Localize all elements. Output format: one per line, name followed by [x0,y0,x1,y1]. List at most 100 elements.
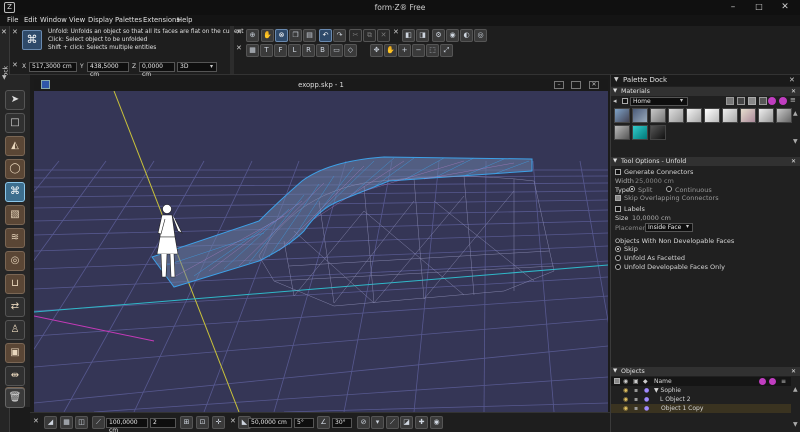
no-snap-icon[interactable]: ⊘ [357,416,370,429]
menu-view[interactable]: View [69,16,85,24]
settings-gear-icon[interactable]: ⚙ [432,29,445,42]
width-value[interactable]: 25,0000 cm [635,177,674,185]
toolbar-close-icon[interactable]: ✕ [236,28,242,36]
center-snap-icon[interactable]: ◉ [430,416,443,429]
materials-header[interactable]: ▼ Materials ✕ [611,87,800,96]
material-swatch-7[interactable] [722,108,738,123]
swatch-view-icon[interactable] [726,97,734,105]
unfold-developable-radio[interactable] [615,264,621,270]
generate-connectors-checkbox[interactable] [615,169,621,175]
grid-view-icon[interactable]: ▦ [246,44,259,57]
y-coordinate-field[interactable]: 438,5000 cm [87,62,129,78]
delete-icon[interactable]: ⊗ [275,29,288,42]
boolean-tool-icon[interactable]: ⊔ [5,274,25,294]
undo-icon[interactable]: ↶ [319,29,332,42]
lock-icon[interactable]: ▪ [634,404,638,413]
figure-tool-icon[interactable]: ♙ [5,320,25,340]
tool-options-close-icon[interactable]: ✕ [791,157,796,166]
ruler-icon[interactable]: ⟋ [92,416,105,429]
zoom-extents-icon[interactable]: ⤢ [440,44,453,57]
lock-column-icon[interactable]: ▣ [633,377,639,386]
lock-icon[interactable]: ▪ [634,395,638,404]
objects-scroll-up-icon[interactable]: ▲ [793,386,798,393]
solid-tool-icon[interactable]: ◭ [5,136,25,156]
point-snap-icon[interactable]: ✚ [415,416,428,429]
select-all-checkbox[interactable] [614,378,620,384]
face-snap-icon[interactable]: ◪ [400,416,413,429]
transform-tool-icon[interactable]: ⇄ [5,297,25,317]
bottom-close-2-icon[interactable]: ✕ [230,417,236,425]
hand-icon[interactable]: ✋ [261,29,274,42]
lock-icon[interactable]: ▪ [634,386,638,395]
z-coordinate-field[interactable]: 0,0000 cm [139,62,175,78]
material-swatch-13[interactable] [650,125,666,140]
eye-icon[interactable]: ◉ [623,386,628,395]
edge-snap-icon[interactable]: ⟋ [386,416,399,429]
material-settings-icon[interactable] [759,97,767,105]
round-tool-icon[interactable]: ◎ [5,251,25,271]
slice-tool-icon[interactable]: ▧ [5,205,25,225]
stack-tool-icon[interactable]: ≋ [5,228,25,248]
tool-options-header[interactable]: ▼ Tool Options - Unfold ✕ [611,157,800,166]
add-object-icon[interactable] [759,378,766,385]
measure-tool-icon[interactable]: ⇹ [5,366,25,386]
zoom-in-icon[interactable]: + [398,44,411,57]
pointer-tool-icon[interactable]: ➤ [5,90,25,110]
viewport-maximize-button[interactable] [571,81,581,89]
skip-overlapping-checkbox[interactable] [615,195,621,201]
size-value[interactable]: 10,0000 cm [632,214,671,222]
orbit-icon[interactable]: ✥ [370,44,383,57]
group-close-icon[interactable]: ✕ [393,28,399,36]
eye-icon[interactable]: ◉ [623,395,628,404]
grid-size-field[interactable]: 100,0000 cm [106,418,148,432]
type-split-radio[interactable] [629,186,635,192]
shade-icon[interactable]: ◨ [416,29,429,42]
snap-distance-field[interactable]: 50,0000 cm [248,418,292,428]
clear-icon[interactable]: ✕ [377,29,390,42]
object-row[interactable]: ◉ ▪ ● L Object 2 [611,395,791,404]
paste-icon[interactable]: ▤ [303,29,316,42]
scroll-up-icon[interactable]: ▲ [793,110,798,117]
palette-collapse-icon[interactable]: ▼ [614,76,619,83]
material-swatch-3[interactable] [650,108,666,123]
view-icon[interactable]: ◎ [474,29,487,42]
material-icon[interactable]: ◐ [460,29,473,42]
axon-view-icon[interactable]: ◇ [344,44,357,57]
materials-menu-icon[interactable]: ≡ [790,96,796,104]
add-icon[interactable]: ⊕ [246,29,259,42]
back-icon[interactable]: ◂ [613,97,617,105]
placement-chevron-down-icon[interactable]: ▾ [686,223,689,230]
eye-icon[interactable]: ◉ [623,404,628,413]
snap-icon[interactable]: ◢ [44,416,57,429]
unfold-tool-icon[interactable]: ⌘ [5,182,25,202]
bottom-close-icon[interactable]: ✕ [33,417,39,425]
collapse-icon[interactable]: ▼ [613,157,617,166]
rectangle-tool-icon[interactable]: □ [5,113,25,133]
maximize-button[interactable]: □ [748,1,770,13]
3d-viewport[interactable] [34,91,608,412]
palette-close-icon[interactable]: ✕ [789,76,795,84]
material-swatch-6[interactable] [704,108,720,123]
grid-toggle-icon[interactable]: ⊞ [180,416,193,429]
layers-icon[interactable]: ◫ [75,416,88,429]
coords-close-icon[interactable]: ✕ [12,61,18,69]
grid-view-icon[interactable] [748,97,756,105]
trash-icon[interactable]: 🗑 [5,388,25,408]
add-material-icon[interactable] [768,97,776,105]
material-swatch-4[interactable] [668,108,684,123]
close-button[interactable]: ✕ [774,1,796,13]
sphere-tool-icon[interactable]: ◯ [5,159,25,179]
zoom-window-icon[interactable]: ⬚ [426,44,439,57]
material-swatch-12[interactable] [632,125,648,140]
bottom-view-icon[interactable]: ▭ [330,44,343,57]
copy-icon[interactable]: ❐ [289,29,302,42]
cursor-icon[interactable]: ✛ [212,416,225,429]
menu-palettes[interactable]: Palettes [115,16,142,24]
library-chevron-down-icon[interactable]: ▾ [680,97,683,104]
grid-count-field[interactable]: 2 [150,418,176,428]
material-swatch-9[interactable] [758,108,774,123]
scroll-down-icon[interactable]: ▼ [793,138,798,145]
labels-checkbox[interactable] [615,206,621,212]
grid-icon[interactable]: ▦ [60,416,73,429]
tool-dock-close-icon[interactable]: ✕ [1,28,7,36]
